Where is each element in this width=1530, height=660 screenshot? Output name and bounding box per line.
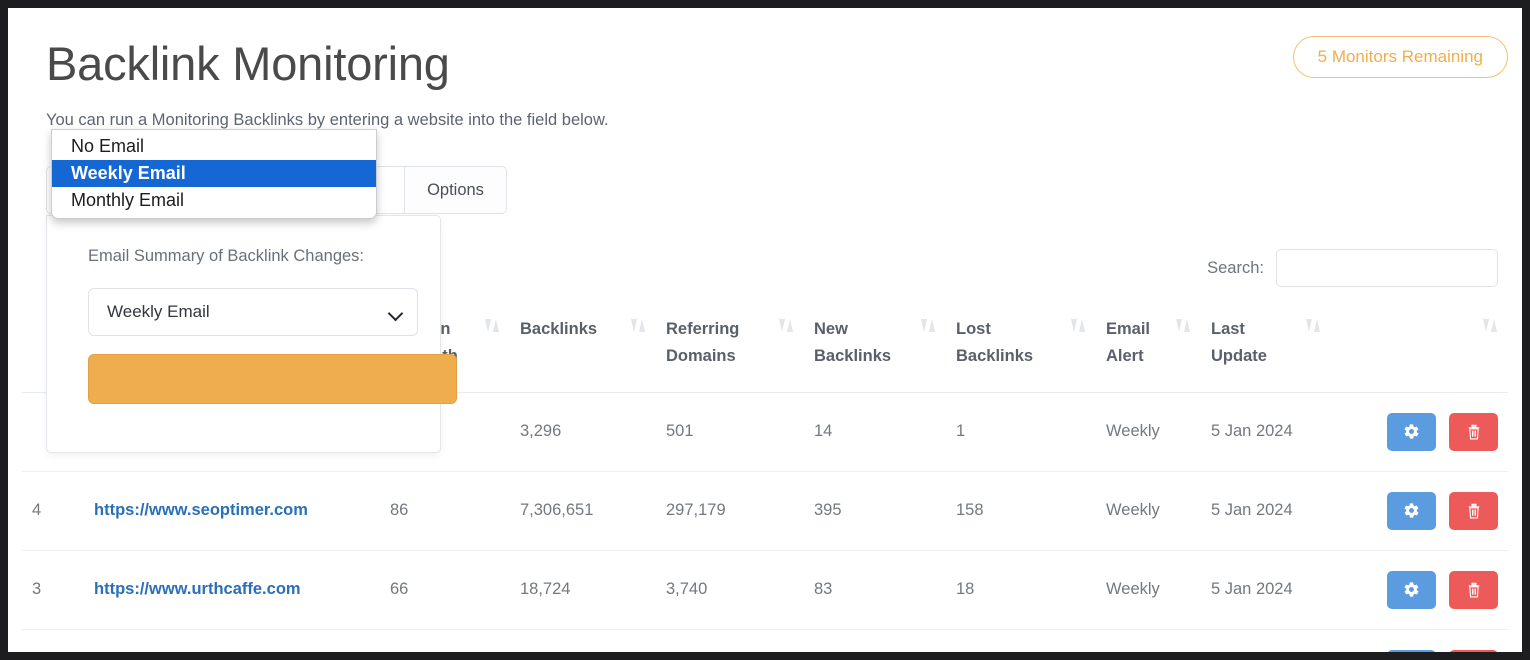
cell-url: https://www.seoptimer.com	[84, 471, 380, 550]
page-subtitle: You can run a Monitoring Backlinks by en…	[46, 111, 609, 130]
cell-domain-strength: 73	[380, 629, 510, 652]
column-header-last-update[interactable]: Last Update	[1201, 308, 1331, 392]
trash-icon	[1466, 423, 1482, 441]
delete-monitor-button[interactable]	[1449, 413, 1498, 451]
trash-icon	[1466, 502, 1482, 520]
column-header-backlinks[interactable]: Backlinks	[510, 308, 656, 392]
column-header-label: Lost Backlinks	[956, 316, 1067, 370]
column-header-actions[interactable]	[1331, 308, 1508, 392]
sort-icon[interactable]	[1071, 318, 1086, 335]
cell-new-backlinks: 83	[804, 550, 946, 629]
cell-backlinks: 18,724	[510, 550, 656, 629]
sort-icon[interactable]	[779, 318, 794, 335]
cell-email-alert: Weekly	[1096, 392, 1201, 471]
sort-icon[interactable]	[1306, 318, 1321, 335]
options-panel: Email Summary of Backlink Changes: Weekl…	[46, 215, 441, 453]
cell-referring-domains: 297,179	[656, 471, 804, 550]
cell-referring-domains: 2,981	[656, 629, 804, 652]
table-row[interactable]: 4 https://www.seoptimer.com 86 7,306,651…	[22, 471, 1508, 550]
gear-icon	[1403, 502, 1420, 519]
cell-actions	[1331, 392, 1508, 471]
cell-last-update: 5 Jan 2024	[1201, 550, 1331, 629]
cell-email-alert: Weekly	[1096, 471, 1201, 550]
table-search: Search:	[1207, 249, 1498, 287]
column-header-lost-backlinks[interactable]: Lost Backlinks	[946, 308, 1096, 392]
cell-lost-backlinks: 18	[946, 550, 1096, 629]
delete-monitor-button[interactable]	[1449, 571, 1498, 609]
cell-url: https://www.vervecoffee.com	[84, 629, 380, 652]
cell-lost-backlinks: 66	[946, 629, 1096, 652]
monitor-url-link[interactable]: https://www.urthcaffe.com	[94, 580, 301, 598]
delete-monitor-button[interactable]	[1449, 650, 1498, 652]
cell-referring-domains: 501	[656, 392, 804, 471]
search-label: Search:	[1207, 259, 1264, 278]
cell-referring-domains: 3,740	[656, 550, 804, 629]
column-header-label: Last Update	[1211, 316, 1302, 370]
cell-backlinks: 7,306,651	[510, 471, 656, 550]
option-weekly-email[interactable]: Weekly Email	[52, 160, 376, 187]
cell-backlinks: 133,685	[510, 629, 656, 652]
gear-icon	[1403, 581, 1420, 598]
page-title: Backlink Monitoring	[46, 36, 450, 91]
email-summary-selected-value: Weekly Email	[107, 302, 389, 322]
cell-email-alert: Weekly	[1096, 629, 1201, 652]
table-row[interactable]: 3 https://www.urthcaffe.com 66 18,724 3,…	[22, 550, 1508, 629]
sort-icon[interactable]	[1176, 318, 1191, 335]
cell-url: https://www.urthcaffe.com	[84, 550, 380, 629]
cell-rank: 3	[22, 550, 84, 629]
edit-monitor-button[interactable]	[1387, 571, 1436, 609]
edit-monitor-button[interactable]	[1387, 492, 1436, 530]
option-monthly-email[interactable]: Monthly Email	[52, 187, 376, 214]
chevron-down-icon	[389, 308, 403, 317]
email-summary-label: Email Summary of Backlink Changes:	[88, 247, 364, 266]
column-header-label: New Backlinks	[814, 316, 917, 370]
cell-actions	[1331, 471, 1508, 550]
cell-rank: 4	[22, 471, 84, 550]
column-header-referring-domains[interactable]: Referring Domains	[656, 308, 804, 392]
cell-rank: 2	[22, 629, 84, 652]
trash-icon	[1466, 581, 1482, 599]
delete-monitor-button[interactable]	[1449, 492, 1498, 530]
sort-icon[interactable]	[631, 318, 646, 335]
start-monitoring-button[interactable]	[88, 354, 457, 404]
search-input[interactable]	[1276, 249, 1498, 287]
edit-monitor-button[interactable]	[1387, 413, 1436, 451]
column-header-email-alert[interactable]: Email Alert	[1096, 308, 1201, 392]
sort-icon[interactable]	[1483, 318, 1498, 335]
gear-icon	[1403, 423, 1420, 440]
edit-monitor-button[interactable]	[1387, 650, 1436, 652]
option-no-email[interactable]: No Email	[52, 133, 376, 160]
cell-actions	[1331, 550, 1508, 629]
cell-last-update: 5 Jan 2024	[1201, 629, 1331, 652]
app-window: Backlink Monitoring 5 Monitors Remaining…	[8, 8, 1522, 652]
cell-new-backlinks: 1,422	[804, 629, 946, 652]
sort-icon[interactable]	[921, 318, 936, 335]
cell-domain-strength: 86	[380, 471, 510, 550]
options-button[interactable]: Options	[404, 166, 507, 214]
monitors-remaining-label: 5 Monitors Remaining	[1318, 47, 1483, 67]
email-summary-option-list[interactable]: No Email Weekly Email Monthly Email	[51, 129, 377, 219]
cell-email-alert: Weekly	[1096, 550, 1201, 629]
sort-icon[interactable]	[485, 318, 500, 335]
column-header-label: Referring Domains	[666, 316, 775, 370]
cell-new-backlinks: 395	[804, 471, 946, 550]
monitor-url-link[interactable]: https://www.seoptimer.com	[94, 501, 308, 519]
cell-actions	[1331, 629, 1508, 652]
cell-lost-backlinks: 1	[946, 392, 1096, 471]
column-header-label: Email Alert	[1106, 316, 1172, 370]
cell-last-update: 5 Jan 2024	[1201, 392, 1331, 471]
table-row[interactable]: 2 https://www.vervecoffee.com 73 133,685…	[22, 629, 1508, 652]
column-header-new-backlinks[interactable]: New Backlinks	[804, 308, 946, 392]
email-summary-select[interactable]: Weekly Email	[88, 288, 418, 336]
column-header-label: Backlinks	[520, 316, 597, 343]
cell-lost-backlinks: 158	[946, 471, 1096, 550]
monitors-remaining-badge[interactable]: 5 Monitors Remaining	[1293, 36, 1508, 78]
cell-domain-strength: 66	[380, 550, 510, 629]
cell-last-update: 5 Jan 2024	[1201, 471, 1331, 550]
cell-new-backlinks: 14	[804, 392, 946, 471]
cell-backlinks: 3,296	[510, 392, 656, 471]
